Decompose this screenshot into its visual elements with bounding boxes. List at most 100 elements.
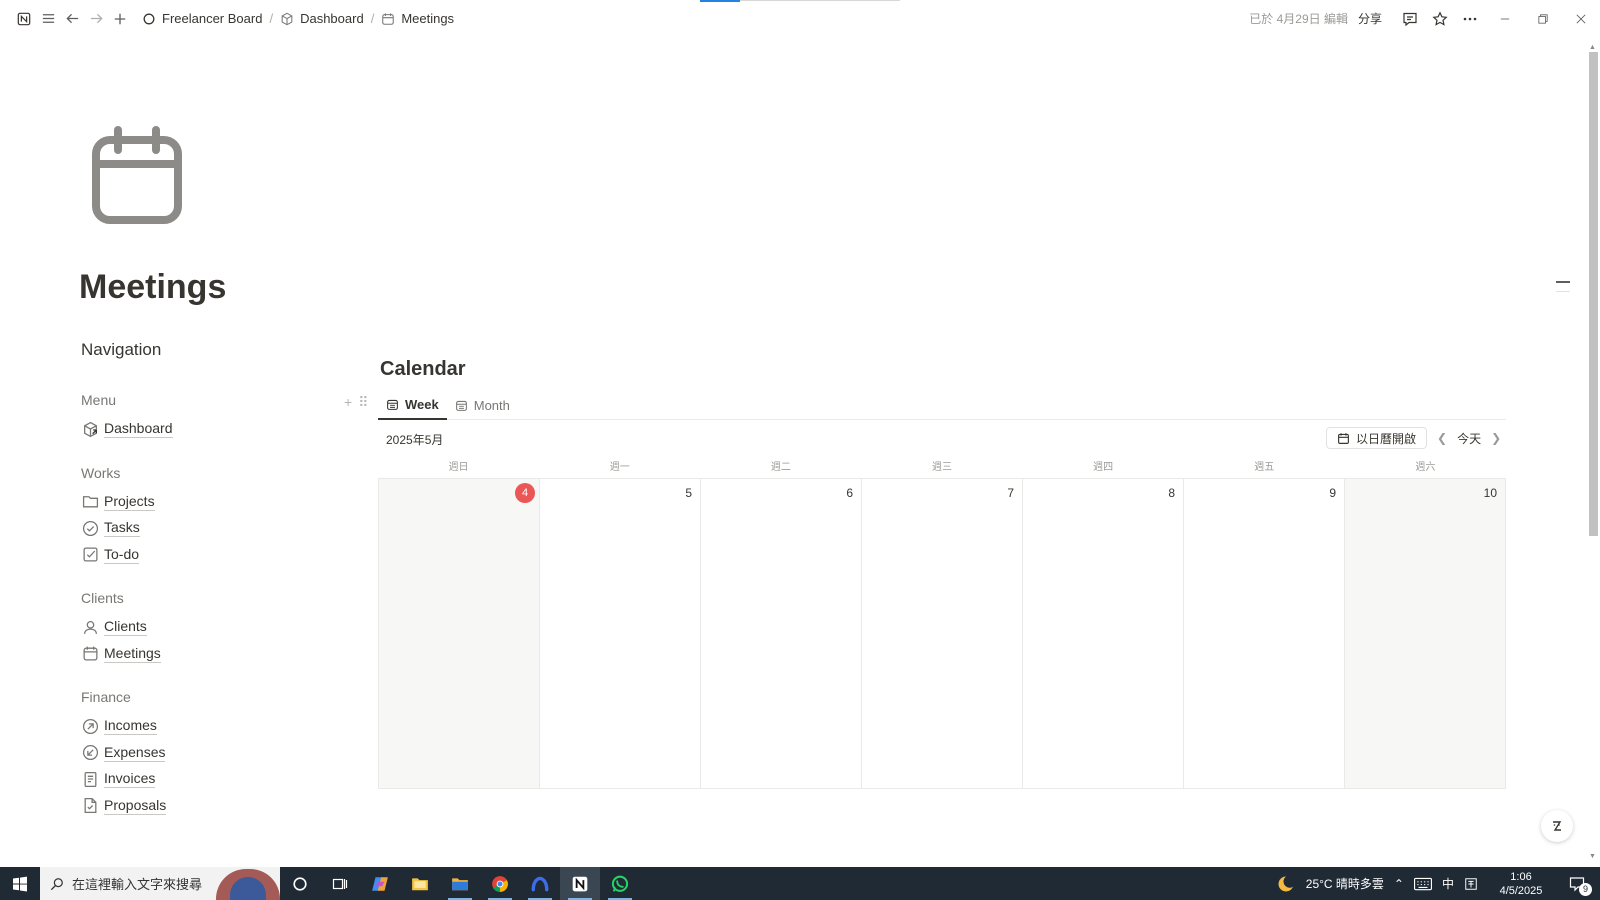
breadcrumb-dashboard[interactable]: Dashboard	[276, 9, 368, 28]
scrollbar-thumb[interactable]	[1589, 52, 1598, 536]
menu-icon[interactable]	[36, 7, 60, 31]
close-icon[interactable]	[1562, 0, 1600, 37]
nav-item-label: Projects	[104, 492, 155, 511]
file-explorer-folder-icon[interactable]	[400, 867, 440, 900]
today-button[interactable]: 今天	[1457, 430, 1481, 447]
weather-moon-icon[interactable]	[1276, 874, 1296, 894]
calendar-icon	[81, 645, 99, 663]
day-number: 8	[1168, 486, 1175, 500]
navigation-heading: Navigation	[81, 340, 162, 359]
calendar-view-tabs: Week Month	[378, 390, 1506, 420]
ime-language-indicator[interactable]: 中	[1442, 875, 1454, 892]
breadcrumb-freelancer-board[interactable]: Freelancer Board	[138, 9, 266, 28]
keyboard-icon[interactable]	[1413, 877, 1432, 891]
calendar-heading: Calendar	[380, 358, 466, 380]
weekday-label: 週四	[1093, 462, 1114, 473]
day-cell[interactable]: 4	[379, 479, 540, 788]
notion-logo-icon[interactable]	[12, 7, 36, 31]
comments-icon[interactable]	[1396, 5, 1424, 33]
tab-month[interactable]: Month	[447, 390, 518, 420]
nav-item-tasks[interactable]: Tasks	[81, 515, 341, 542]
toc-line	[1556, 291, 1570, 292]
nav-group-label: Menu	[81, 392, 117, 408]
minimize-icon[interactable]	[1486, 0, 1524, 37]
nav-item-label: Tasks	[104, 519, 140, 538]
share-button[interactable]: 分享	[1358, 10, 1382, 27]
open-in-calendar-button[interactable]: 以日曆開啟	[1326, 427, 1428, 449]
nav-item-expenses[interactable]: Expenses	[81, 740, 341, 767]
nav-item-clients[interactable]: Clients	[81, 614, 341, 641]
nav-group-label: Clients	[81, 590, 124, 606]
back-arrow-icon[interactable]	[60, 7, 84, 31]
scroll-up-icon[interactable]: ▲	[1589, 44, 1596, 51]
whatsapp-icon[interactable]	[600, 867, 640, 900]
nav-item-label: Proposals	[104, 796, 167, 815]
search-icon	[50, 877, 63, 890]
windows-start-icon[interactable]	[0, 867, 40, 900]
add-block-plus-icon[interactable]: +	[344, 394, 352, 411]
day-number: 6	[846, 486, 853, 500]
day-cell[interactable]: 10	[1345, 479, 1505, 788]
day-cell[interactable]: 6	[701, 479, 862, 788]
forward-arrow-icon[interactable]	[84, 7, 108, 31]
vertical-scrollbar[interactable]: ▲ ▼	[1588, 44, 1598, 860]
nav-item-to-do[interactable]: To-do	[81, 542, 341, 569]
drag-handle-icon[interactable]: ⠿	[358, 394, 368, 411]
nav-group-label: Works	[81, 464, 121, 481]
nav-item-invoices[interactable]: Invoices	[81, 766, 341, 793]
taskbar-search-box[interactable]: 在這裡輸入文字來搜尋	[40, 867, 280, 900]
star-icon[interactable]	[1426, 5, 1454, 33]
ime-mode-icon[interactable]	[1464, 877, 1478, 891]
day-cell[interactable]: 7	[862, 479, 1023, 788]
nav-group-works: Works Projects Tasks To-do	[81, 465, 341, 569]
open-in-calendar-label: 以日曆開啟	[1356, 431, 1417, 446]
taskbar-clock[interactable]: 1:06 4/5/2025	[1488, 870, 1554, 898]
restore-icon[interactable]	[1524, 0, 1562, 37]
day-cell[interactable]: 8	[1023, 479, 1184, 788]
today-date-badge: 4	[515, 483, 535, 503]
next-week-chevron-icon[interactable]: ❯	[1491, 431, 1501, 445]
nav-item-label: Invoices	[104, 770, 156, 789]
day-cell[interactable]: 5	[540, 479, 701, 788]
tab-week[interactable]: Week	[378, 390, 447, 420]
check-circle-icon	[81, 519, 99, 537]
table-of-contents-indicator[interactable]	[1556, 281, 1570, 300]
weather-text[interactable]: 25°C 晴時多雲	[1306, 875, 1384, 892]
notification-center-icon[interactable]: 9	[1564, 874, 1592, 896]
day-cell[interactable]: 9	[1184, 479, 1345, 788]
nav-item-proposals[interactable]: Proposals	[81, 793, 341, 820]
calendar-icon	[382, 12, 395, 25]
breadcrumb-meetings[interactable]: Meetings	[377, 9, 458, 28]
nav-item-meetings[interactable]: Meetings	[81, 641, 341, 668]
nav-item-label: Meetings	[104, 644, 161, 663]
weekday-header: 週日 週一 週二 週三 週四 週五 週六	[378, 458, 1506, 473]
calendar-icon	[387, 399, 398, 410]
nav-group-finance: Finance Incomes Expenses Invoices Propos…	[81, 689, 341, 819]
windows-taskbar: 在這裡輸入文字來搜尋 25°C 晴時多雲 ⌃ 中 1:06 4/5/2025 9	[0, 867, 1600, 900]
loading-bar	[700, 0, 740, 2]
copilot-icon[interactable]	[360, 867, 400, 900]
block-handles: + ⠿	[344, 394, 368, 411]
scroll-down-icon[interactable]: ▼	[1589, 853, 1596, 860]
nav-item-dashboard[interactable]: Dashboard	[81, 416, 341, 443]
document-icon	[81, 770, 99, 788]
tray-chevron-up-icon[interactable]: ⌃	[1394, 877, 1404, 891]
cortana-icon[interactable]	[280, 867, 320, 900]
file-manager-icon[interactable]	[440, 867, 480, 900]
arc-browser-icon[interactable]	[520, 867, 560, 900]
new-page-plus-icon[interactable]	[108, 7, 132, 31]
more-icon[interactable]	[1456, 5, 1484, 33]
previous-week-chevron-icon[interactable]: ❮	[1437, 431, 1447, 445]
chrome-icon[interactable]	[480, 867, 520, 900]
nav-item-projects[interactable]: Projects	[81, 489, 341, 516]
nav-item-incomes[interactable]: Incomes	[81, 713, 341, 740]
task-view-icon[interactable]	[320, 867, 360, 900]
weekday-label: 週五	[1254, 462, 1275, 473]
tab-label: Month	[473, 397, 510, 413]
notion-app-icon[interactable]	[560, 867, 600, 900]
page-calendar-icon[interactable]	[92, 126, 182, 224]
weekday-label: 週六	[1415, 462, 1436, 473]
page-title[interactable]: Meetings	[79, 268, 226, 307]
ai-assistant-button[interactable]	[1541, 810, 1573, 842]
calendar-icon	[455, 400, 467, 411]
